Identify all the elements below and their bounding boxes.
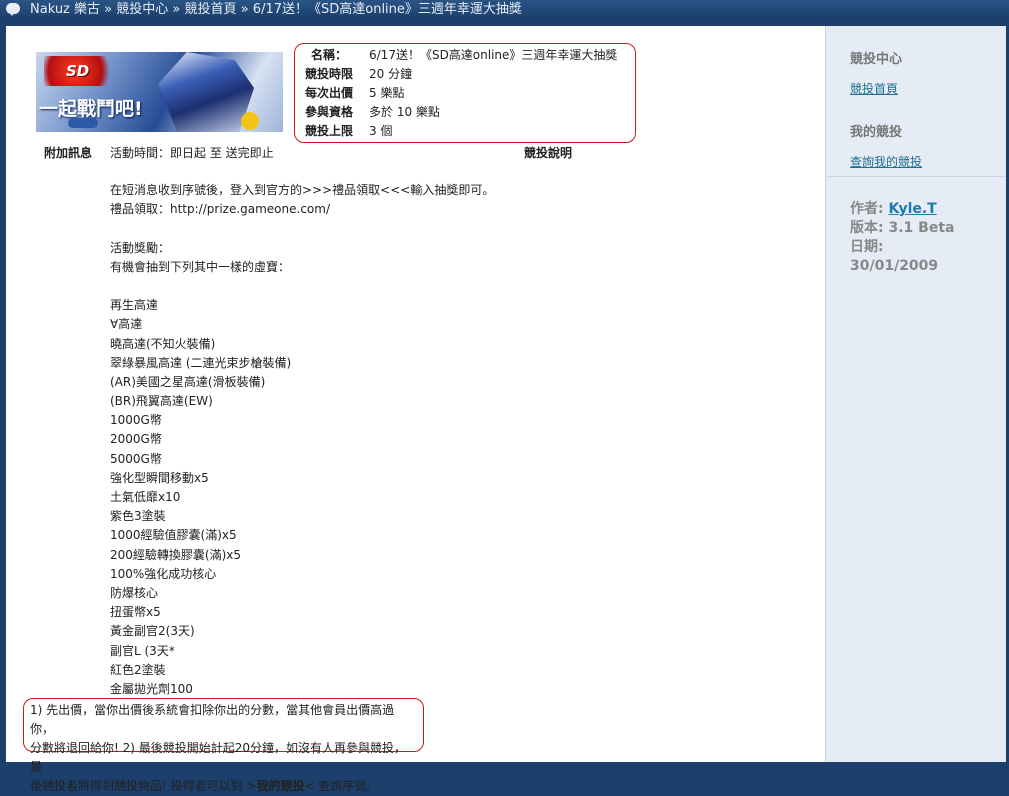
description-line: 黃金副官2(3天) xyxy=(110,624,195,639)
breadcrumb-site[interactable]: Nakuz 樂古 xyxy=(30,2,100,17)
info-row-eligibility: 參與資格 多於 10 樂點 xyxy=(305,103,440,122)
top-bar: Nakuz 樂古 » 競投中心 » 競投首頁 » 6/17送！《SD高達onli… xyxy=(0,0,1009,22)
bidding-rules-box: 1) 先出價，當你出價後系統會扣除你出的分數，當其他會員出價高過你， 分數將退回… xyxy=(23,698,424,793)
chat-bubble-icon xyxy=(6,3,20,16)
breadcrumb-item-current: 6/17送！《SD高達online》三週年幸運大抽獎 xyxy=(252,2,522,17)
info-value: 6/17送！《SD高達online》三週年幸運大抽獎 xyxy=(369,48,618,62)
gundam-figure xyxy=(158,52,254,132)
sidebar-title-my-bids: 我的競投 xyxy=(850,125,903,140)
description-line: ∀高達 xyxy=(110,317,143,332)
description-line: 有機會抽到下列其中一樣的虛寶： xyxy=(110,259,291,274)
description-line: 再生高達 xyxy=(110,298,159,313)
description-line: 200經驗轉換膠囊(滿)x5 xyxy=(110,547,242,562)
version-label: 版本: xyxy=(850,220,884,236)
description-line: 2000G幣 xyxy=(110,432,162,447)
description-line: 1000經驗值膠囊(滿)x5 xyxy=(110,528,237,543)
description-line: 強化型瞬間移動x5 xyxy=(110,470,209,485)
info-label: 參與資格 xyxy=(305,105,354,119)
description-line: 副官L (3天* xyxy=(110,643,175,658)
description-line: 在短消息收到序號後，登入到官方的>>>禮品領取<<<輸入抽獎即可。 xyxy=(110,183,495,197)
description-line: 翠綠暴風高達 (二連光束步槍裝備) xyxy=(110,355,292,370)
info-row-bid-limit: 競投上限 3 個 xyxy=(305,122,392,141)
description-line xyxy=(110,219,710,238)
info-row-bid-cost: 每次出價 5 樂點 xyxy=(305,84,404,103)
sidebar-link-query-my-bids[interactable]: 查詢我的競投 xyxy=(850,153,922,170)
version-row: 版本: 3.1 Beta xyxy=(850,219,954,238)
description-line: 禮品領取：http://prize.gameone.com/ xyxy=(110,202,331,217)
breadcrumb-item-bid-home[interactable]: 競投首頁 xyxy=(185,2,237,17)
description-line: 活動獎勵： xyxy=(110,240,171,255)
sd-logo-text: SD xyxy=(66,62,90,80)
description-line: 100%強化成功核心 xyxy=(110,566,217,581)
info-value: 20 分鐘 xyxy=(369,67,413,81)
description-line: 1000G幣 xyxy=(110,413,162,428)
version-value: 3.1 Beta xyxy=(888,220,955,236)
description-line: (BR)飛翼高達(EW) xyxy=(110,394,213,409)
sd-gundam-banner-image: SD 一起戰鬥吧! xyxy=(36,52,283,132)
gundam-emblem-icon xyxy=(241,112,259,130)
info-row-name: 名稱： 6/17送！《SD高達online》三週年幸運大抽獎 xyxy=(305,46,617,65)
nakuz-brand-badge xyxy=(68,118,98,128)
description-line: 扭蛋幣x5 xyxy=(110,605,161,620)
rules-line: 後競投者將得到競投物品! 投得者可以到 >我的競投< 查詢序號。 xyxy=(30,777,417,796)
main-content: SD 一起戰鬥吧! 名稱： 6/17送！《SD高達online》三週年幸運大抽獎 … xyxy=(6,26,825,793)
description-line: (AR)美國之星高達(滑板裝備) xyxy=(110,374,266,389)
author-row: 作者: Kyle.T xyxy=(850,200,954,219)
sidebar-divider xyxy=(826,176,1006,177)
my-bids-link[interactable]: 我的競投 xyxy=(257,779,305,793)
event-time-text: 活動時間：即日起 至 送完即止 xyxy=(110,146,274,160)
date-label: 日期: xyxy=(850,239,884,255)
description-line: 5000G幣 xyxy=(110,451,162,466)
extra-info-label: 附加訊息 xyxy=(44,146,93,160)
description-line: 土氣低靡x10 xyxy=(110,490,181,504)
description-line: 防爆核心 xyxy=(110,585,159,600)
rules-text: 後競投者將得到競投物品! 投得者可以到 > xyxy=(30,779,257,793)
sidebar-link-bid-home[interactable]: 競投首頁 xyxy=(850,80,898,97)
info-label: 每次出價 xyxy=(305,86,354,100)
sd-logo: SD xyxy=(44,56,122,86)
description-line: 金屬拋光劑100 xyxy=(110,681,193,696)
author-link[interactable]: Kyle.T xyxy=(888,201,936,217)
breadcrumb: Nakuz 樂古 » 競投中心 » 競投首頁 » 6/17送！《SD高達onli… xyxy=(30,1,522,19)
info-value: 5 樂點 xyxy=(369,86,405,100)
description-line: 紅色2塗裝 xyxy=(110,662,166,677)
rules-text: < 查詢序號。 xyxy=(304,779,379,793)
description-line: 紫色3塗裝 xyxy=(110,509,166,524)
info-value: 3 個 xyxy=(369,124,393,138)
auction-info-box: 名稱： 6/17送！《SD高達online》三週年幸運大抽獎 競投時限 20 分鐘 … xyxy=(294,43,636,143)
rules-line: 1) 先出價，當你出價後系統會扣除你出的分數，當其他會員出價高過你， xyxy=(30,703,395,736)
info-label: 名稱： xyxy=(311,48,348,62)
info-label: 競投時限 xyxy=(305,67,354,81)
breadcrumb-separator: » xyxy=(172,2,181,17)
author-label: 作者: xyxy=(850,201,884,217)
sidebar: 競投中心 競投首頁 我的競投 查詢我的競投 作者: Kyle.T 版本: 3.1… xyxy=(825,26,1006,762)
version-info: 作者: Kyle.T 版本: 3.1 Beta 日期: 30/01/2009 xyxy=(850,200,954,276)
rules-line: 分數將退回給你! 2) 最後競投開始計起20分鐘，如沒有人再參與競投，最 xyxy=(30,741,407,774)
date-value: 30/01/2009 xyxy=(850,258,939,274)
bid-description-title: 競投說明 xyxy=(524,146,573,160)
banner-tagline: 一起戰鬥吧! xyxy=(39,98,143,120)
description-line xyxy=(110,277,710,296)
description-line: 曉高達(不知火裝備) xyxy=(110,336,216,351)
info-value: 多於 10 樂點 xyxy=(369,105,440,119)
breadcrumb-separator: » xyxy=(240,2,249,17)
breadcrumb-item-bid-center[interactable]: 競投中心 xyxy=(116,2,168,17)
description-body: 在短消息收到序號後，登入到官方的>>>禮品領取<<<輸入抽獎即可。 禮品領取：ht… xyxy=(110,181,710,699)
sidebar-title-bid-center: 競投中心 xyxy=(850,52,903,67)
info-row-time-limit: 競投時限 20 分鐘 xyxy=(305,65,412,84)
breadcrumb-separator: » xyxy=(104,2,113,17)
info-label: 競投上限 xyxy=(305,124,354,138)
